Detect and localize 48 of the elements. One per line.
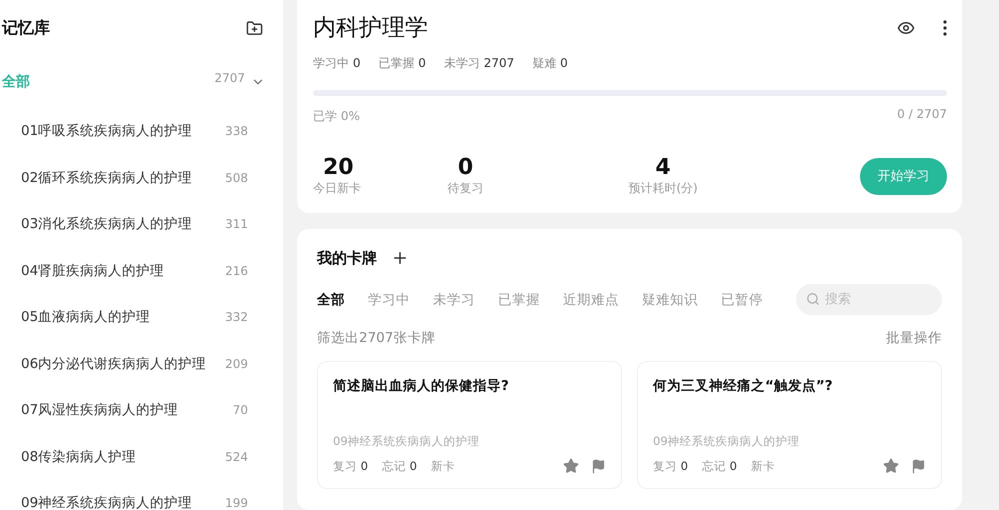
forget-count: 忘记 0 (702, 458, 737, 474)
summary-label: 预计耗时(分) (628, 180, 698, 197)
filter-count: 筛选出2707张卡牌 (317, 329, 436, 347)
sidebar-item[interactable]: 02循环系统疾病病人的护理 508 (0, 154, 283, 201)
progress-label: 已学 0% (313, 108, 360, 125)
sidebar-item[interactable]: 03消化系统疾病病人的护理 311 (0, 201, 283, 248)
card-question: 简述脑出血病人的保健指导? (333, 377, 510, 395)
flashcard[interactable]: 何为三叉神经痛之“触发点”? 09神经系统疾病病人的护理 复习 0 忘记 0 新卡 (637, 361, 942, 489)
card-status: 新卡 (750, 458, 775, 474)
summary-label: 待复习 (448, 180, 484, 197)
stat-text: 学习中 0 (313, 55, 360, 72)
card-chapter: 09神经系统疾病病人的护理 (653, 434, 801, 449)
sidebar-title: 记忆库 (2, 18, 50, 38)
sidebar-item[interactable]: 07风湿性疾病病人的护理 70 (0, 387, 283, 434)
progress-reading: 0 / 2707 (897, 106, 947, 120)
filter-tab[interactable]: 全部 (317, 290, 345, 308)
summary-value: 4 (655, 155, 671, 180)
flashcard[interactable]: 简述脑出血病人的保健指导? 09神经系统疾病病人的护理 复习 0 忘记 0 新卡 (317, 361, 622, 489)
card-question: 何为三叉神经痛之“触发点”? (653, 377, 834, 395)
summary-label: 今日新卡 (313, 180, 361, 197)
review-count: 复习 0 (653, 458, 688, 474)
stat-text: 未学习 2707 (444, 55, 514, 72)
sidebar-item[interactable]: 04肾脏疾病病人的护理 216 (0, 248, 283, 294)
stat-text: 已掌握 0 (378, 55, 426, 72)
star-icon[interactable] (883, 458, 899, 474)
stat-text: 疑难 0 (532, 55, 568, 72)
forget-count: 忘记 0 (382, 458, 417, 474)
sidebar-item[interactable]: 09神经系统疾病病人的护理 199 (0, 480, 283, 510)
summary-value: 0 (458, 155, 474, 180)
deck-title: 内科护理学 (313, 14, 429, 43)
flag-icon[interactable] (911, 458, 926, 474)
add-folder-icon[interactable] (246, 20, 263, 36)
sidebar-item[interactable]: 05血液病病人的护理 332 (0, 294, 283, 340)
category-label: 全部 (2, 73, 31, 91)
summary-value: 20 (323, 155, 354, 180)
sidebar-item[interactable]: 06内分泌代谢疾病病人的护理 209 (0, 340, 283, 387)
sidebar-item[interactable]: 08传染病病人护理 524 (0, 434, 283, 480)
sidebar-item[interactable]: 01呼吸系统疾病病人的护理 338 (0, 108, 283, 154)
category-count: 2707 (214, 71, 245, 85)
flag-icon[interactable] (591, 458, 606, 474)
add-icon[interactable] (391, 249, 409, 267)
review-count: 复习 0 (333, 458, 368, 474)
star-icon[interactable] (563, 458, 579, 474)
batch-button[interactable]: 批量操作 (886, 329, 942, 347)
card-chapter: 09神经系统疾病病人的护理 (333, 434, 481, 449)
more-icon[interactable] (943, 20, 947, 36)
card-status: 新卡 (430, 458, 455, 474)
section-title: 我的卡牌 (317, 248, 377, 268)
